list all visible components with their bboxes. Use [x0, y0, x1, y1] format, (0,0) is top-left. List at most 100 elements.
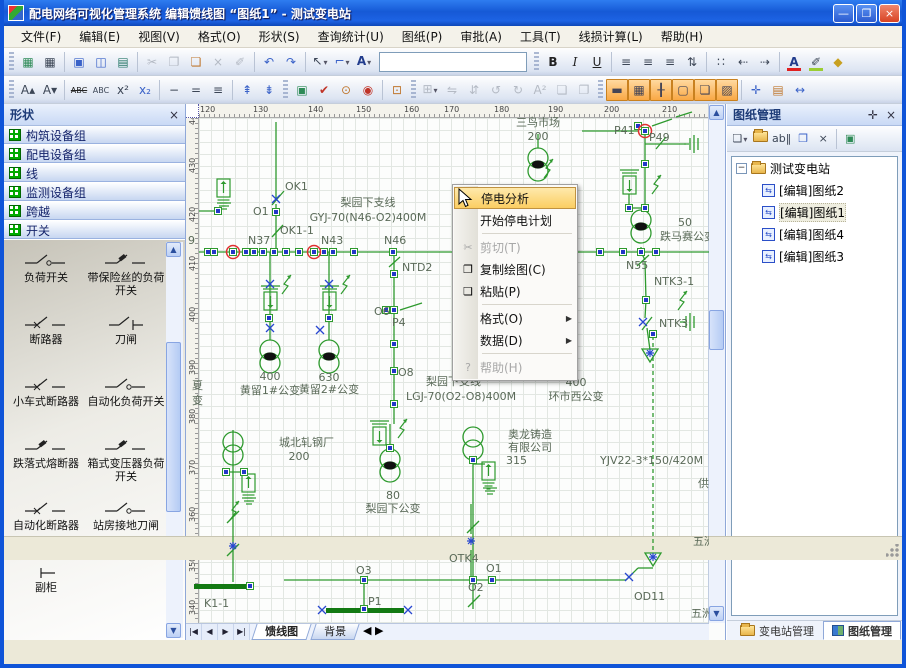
context-menu-item-paste[interactable]: ❏粘贴(P): [454, 280, 576, 302]
menu-item-shape[interactable]: 形状(S): [250, 26, 309, 47]
context-menu-item-data[interactable]: 数据(D)▶: [454, 329, 576, 351]
shape-item-dropout-fuse[interactable]: 跌落式熔断器: [6, 432, 86, 494]
menu-item-help[interactable]: 帮助(H): [652, 26, 712, 47]
shape-item-load-switch[interactable]: 负荷开关: [6, 246, 86, 308]
shapes-panel-close-icon[interactable]: ×: [169, 108, 179, 122]
rename-drawing-icon[interactable]: ab‖: [770, 129, 793, 149]
line-spacing-15-icon[interactable]: =: [185, 79, 207, 101]
context-menu-item-start-outage-plan[interactable]: 开始停电计划: [454, 209, 576, 231]
print-icon[interactable]: ▤: [112, 51, 134, 73]
open-drawing-icon[interactable]: [750, 129, 770, 149]
plain-text-icon[interactable]: ABC: [90, 79, 112, 101]
scroll-right-icon[interactable]: ▶: [375, 624, 383, 637]
tree-node-drawing-2[interactable]: ⇆[编辑]图纸1: [732, 201, 897, 223]
connector-route-icon[interactable]: ↔: [789, 79, 811, 101]
font-combo[interactable]: [379, 52, 527, 72]
scrollbar-thumb[interactable]: [709, 310, 724, 350]
strikethrough-icon[interactable]: ABC: [68, 79, 90, 101]
shapes-scrollbar[interactable]: ▲ ▼: [166, 242, 183, 638]
decrease-font-icon[interactable]: A▾: [39, 79, 61, 101]
menu-item-file[interactable]: 文件(F): [12, 26, 70, 47]
cut-icon[interactable]: ✂: [141, 51, 163, 73]
tree-node-drawing-4[interactable]: ⇆[编辑]图纸3: [732, 245, 897, 267]
numbering-icon[interactable]: ∷: [710, 51, 732, 73]
tree-node-station[interactable]: − 测试变电站: [732, 157, 897, 179]
new-feeder-drawing-icon[interactable]: ▦: [17, 51, 39, 73]
rotate-right-icon[interactable]: ↻: [507, 79, 529, 101]
previous-sheet-icon[interactable]: ◀: [202, 624, 218, 640]
menu-item-line-loss[interactable]: 线损计算(L): [570, 26, 652, 47]
send-backward-icon[interactable]: ❐: [573, 79, 595, 101]
shape-group-structure-devices[interactable]: 构筑设备组: [4, 126, 185, 145]
vertical-text-icon[interactable]: ⇅: [681, 51, 703, 73]
ruler-toggle-icon[interactable]: ▬: [606, 79, 628, 101]
guides-toggle-icon[interactable]: ╂: [650, 79, 672, 101]
toolbar-grip[interactable]: [283, 80, 288, 100]
increase-paragraph-spacing-icon[interactable]: ⇞: [236, 79, 258, 101]
diagram-canvas[interactable]: 120130140150160170180190200210 440430420…: [186, 104, 726, 640]
shape-item-aux-cabinet[interactable]: 副柜: [6, 556, 86, 618]
highlight-color-icon[interactable]: ✐: [805, 51, 827, 73]
shape-item-knife-switch[interactable]: 刀闸: [86, 308, 166, 370]
menu-item-tools[interactable]: 工具(T): [511, 26, 570, 47]
bring-forward-icon[interactable]: ❏: [551, 79, 573, 101]
next-sheet-icon[interactable]: ▶: [218, 624, 234, 640]
copy-drawing-icon[interactable]: ❐: [793, 129, 813, 149]
increase-indent-icon[interactable]: ⇢: [754, 51, 776, 73]
canvas-horizontal-scrollbar[interactable]: ◀ ▶: [363, 624, 709, 640]
toolbar-grip[interactable]: [9, 80, 14, 100]
bold-icon[interactable]: B: [542, 51, 564, 73]
copy-icon[interactable]: ❐: [163, 51, 185, 73]
statistics-table-icon[interactable]: ▦: [39, 51, 61, 73]
menu-item-drawing[interactable]: 图纸(P): [393, 26, 452, 47]
first-sheet-icon[interactable]: |◀: [186, 624, 202, 640]
subscript-icon[interactable]: x₂: [134, 79, 156, 101]
menu-item-edit[interactable]: 编辑(E): [70, 26, 129, 47]
grid-toggle-icon[interactable]: ▦: [628, 79, 650, 101]
save-icon[interactable]: ▣: [68, 51, 90, 73]
toolbar-grip[interactable]: [411, 80, 416, 100]
menu-item-query-stats[interactable]: 查询统计(U): [309, 26, 393, 47]
decrease-paragraph-spacing-icon[interactable]: ⇟: [258, 79, 280, 101]
italic-icon[interactable]: I: [564, 51, 586, 73]
align-center-icon[interactable]: ≡: [637, 51, 659, 73]
align-shapes-icon[interactable]: ⊞▾: [419, 79, 441, 101]
redo-icon[interactable]: ↷: [280, 51, 302, 73]
shape-item-trolley-breaker[interactable]: 小车式断路器: [6, 370, 86, 432]
shape-item-fused-load-switch[interactable]: 带保险丝的负荷开关: [86, 246, 166, 308]
superscript-icon[interactable]: x²: [112, 79, 134, 101]
print-preview-icon[interactable]: ◫: [90, 51, 112, 73]
increase-font-icon[interactable]: A▴: [17, 79, 39, 101]
context-menu-item-cut[interactable]: ✂剪切(T): [454, 236, 576, 258]
shape-item-box-transformer-load-switch[interactable]: 箱式变压器负荷开关: [86, 432, 166, 494]
shape-group-switches[interactable]: 开关: [4, 221, 185, 240]
panel-tab-drawing-manager[interactable]: 图纸管理: [823, 621, 901, 640]
line-spacing-single-icon[interactable]: −: [163, 79, 185, 101]
resize-grip[interactable]: [886, 544, 900, 558]
connector-tool-icon[interactable]: ⌐▾: [331, 51, 353, 73]
rotate-left-icon[interactable]: ↺: [485, 79, 507, 101]
shape-group-lines[interactable]: 线: [4, 164, 185, 183]
new-drawing-icon[interactable]: ❏▾: [730, 129, 750, 149]
format-painter-icon[interactable]: ✐: [229, 51, 251, 73]
drawings-panel-close-icon[interactable]: ×: [886, 108, 896, 122]
color-scheme-toggle-icon[interactable]: ▨: [716, 79, 738, 101]
shape-group-monitor-devices[interactable]: 监测设备组: [4, 183, 185, 202]
menu-item-format[interactable]: 格式(O): [189, 26, 250, 47]
toolbar-grip[interactable]: [9, 52, 14, 72]
stamp-icon[interactable]: ◉: [357, 79, 379, 101]
panel-tab-station-manager[interactable]: 变电站管理: [731, 621, 823, 640]
line-spacing-double-icon[interactable]: ≡: [207, 79, 229, 101]
pin-icon[interactable]: ✛: [868, 108, 878, 122]
toolbar-grip[interactable]: [534, 52, 539, 72]
close-button[interactable]: ×: [879, 4, 900, 23]
tab-background[interactable]: 背景: [310, 624, 359, 640]
collapse-icon[interactable]: −: [736, 163, 747, 174]
shape-item-auto-load-switch[interactable]: 自动化负荷开关: [86, 370, 166, 432]
delete-drawing-icon[interactable]: ×: [813, 129, 833, 149]
query-document-icon[interactable]: ⊙: [335, 79, 357, 101]
shape-group-crossings[interactable]: 跨越: [4, 202, 185, 221]
flip-vertical-icon[interactable]: ⇵: [463, 79, 485, 101]
context-menu-item-copy-drawing[interactable]: ❐复制绘图(C): [454, 258, 576, 280]
minimize-button[interactable]: —: [833, 4, 854, 23]
